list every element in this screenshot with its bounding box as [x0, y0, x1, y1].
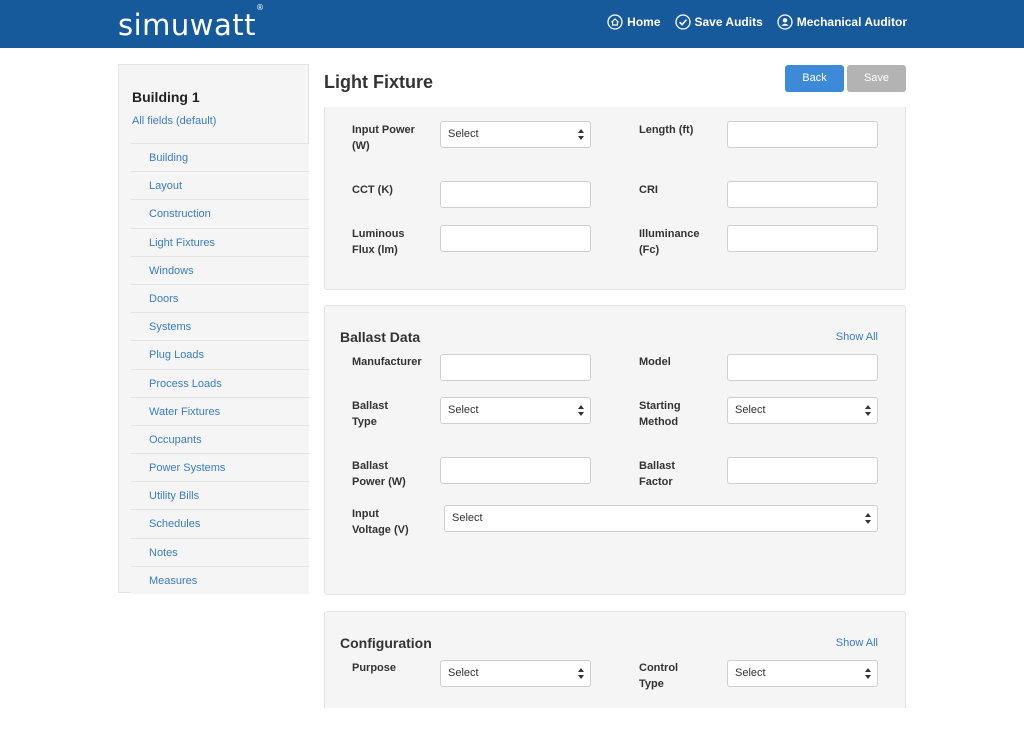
- select-arrows-icon: [865, 513, 871, 524]
- sidebar-item-doors[interactable]: Doors: [131, 283, 309, 313]
- nav-save-audits-label: Save Audits: [694, 15, 763, 29]
- nav-home[interactable]: Home: [607, 14, 661, 30]
- model-label: Model: [639, 356, 671, 368]
- input-power-label: Input Power (W): [352, 124, 415, 152]
- field-filter-link[interactable]: All fields (default): [132, 115, 216, 127]
- select-arrows-icon: [865, 405, 871, 416]
- nav-user[interactable]: Mechanical Auditor: [777, 14, 907, 30]
- cri-label: CRI: [639, 184, 658, 196]
- ballast-factor-input[interactable]: [727, 457, 878, 484]
- length-input[interactable]: [727, 121, 878, 148]
- illuminance-label: Illuminance (Fc): [639, 228, 700, 256]
- cct-label: CCT (K): [352, 184, 393, 196]
- select-value: Select: [735, 667, 766, 679]
- ballast-power-label: Ballast Power (W): [352, 460, 406, 488]
- manufacturer-label: Manufacturer: [352, 356, 422, 368]
- input-voltage-select[interactable]: Select: [444, 505, 878, 532]
- control-type-label: Control Type: [639, 662, 679, 690]
- logo-text: simuwatt: [118, 8, 257, 42]
- starting-method-label: Starting Method: [639, 400, 681, 428]
- sidebar-item-measures[interactable]: Measures: [131, 565, 309, 594]
- select-arrows-icon: [578, 129, 584, 140]
- cri-input[interactable]: [727, 181, 878, 208]
- select-value: Select: [735, 404, 766, 416]
- purpose-label: Purpose: [352, 662, 397, 674]
- header-nav: Home Save Audits Mechanical Auditor: [593, 14, 907, 30]
- ballast-type-label: Ballast Type: [352, 400, 389, 428]
- manufacturer-input[interactable]: [440, 354, 591, 381]
- select-value: Select: [448, 667, 479, 679]
- length-label: Length (ft): [639, 124, 694, 136]
- ballast-data-title: Ballast Data: [340, 329, 421, 345]
- input-voltage-label: Input Voltage (V): [352, 508, 409, 536]
- sidebar-item-schedules[interactable]: Schedules: [131, 509, 309, 538]
- check-circle-icon: [674, 14, 691, 30]
- home-icon: [607, 14, 623, 30]
- select-arrows-icon: [578, 668, 584, 679]
- logo-registered-mark: ®: [256, 3, 265, 13]
- ballast-type-select[interactable]: Select: [440, 397, 591, 424]
- luminous-flux-input[interactable]: [440, 225, 591, 252]
- back-button[interactable]: Back: [785, 65, 844, 92]
- ballast-show-all-link[interactable]: Show All: [836, 331, 878, 343]
- sidebar-item-notes[interactable]: Notes: [131, 537, 309, 566]
- nav-home-label: Home: [627, 15, 661, 29]
- sidebar-item-power-systems[interactable]: Power Systems: [131, 453, 309, 482]
- sidebar-item-utility-bills[interactable]: Utility Bills: [131, 481, 309, 510]
- sidebar-item-construction[interactable]: Construction: [131, 199, 309, 228]
- simuwatt-logo[interactable]: simuwatt®: [118, 3, 265, 42]
- configuration-show-all-link[interactable]: Show All: [836, 637, 878, 649]
- purpose-select[interactable]: Select: [440, 660, 591, 687]
- sidebar-item-occupants[interactable]: Occupants: [131, 424, 309, 454]
- illuminance-input[interactable]: [727, 225, 878, 252]
- sidebar-item-windows[interactable]: Windows: [131, 255, 309, 284]
- page-title: Light Fixture: [324, 72, 433, 92]
- luminous-flux-label: Luminous Flux (lm): [352, 228, 405, 256]
- sidebar-item-plug-loads[interactable]: Plug Loads: [131, 340, 309, 369]
- input-power-select[interactable]: Select: [440, 121, 591, 148]
- ballast-data-panel: Ballast Data Show All Manufacturer Model…: [324, 305, 906, 595]
- building-title: Building 1: [132, 89, 200, 105]
- nav-user-label: Mechanical Auditor: [796, 15, 907, 29]
- select-value: Select: [452, 512, 483, 524]
- save-button[interactable]: Save: [847, 65, 906, 92]
- top-navbar: simuwatt® Home Save Audits Mechanical Au…: [0, 0, 1024, 48]
- select-arrows-icon: [865, 668, 871, 679]
- control-type-select[interactable]: Select: [727, 660, 878, 687]
- sidebar-item-process-loads[interactable]: Process Loads: [131, 368, 309, 397]
- ballast-power-input[interactable]: [440, 457, 591, 484]
- sidebar: Building 1 All fields (default) Building…: [118, 64, 309, 594]
- ballast-factor-label: Ballast Factor: [639, 460, 676, 488]
- select-arrows-icon: [578, 405, 584, 416]
- user-icon: [777, 14, 793, 30]
- configuration-panel: Configuration Show All Purpose Select Co…: [324, 611, 906, 708]
- sidebar-item-layout[interactable]: Layout: [131, 171, 309, 200]
- nav-save-audits[interactable]: Save Audits: [674, 14, 763, 30]
- configuration-title: Configuration: [340, 635, 432, 651]
- cct-input[interactable]: [440, 181, 591, 208]
- sidebar-item-water-fixtures[interactable]: Water Fixtures: [131, 396, 309, 425]
- fixture-data-panel: Input Power (W) Select Length (ft) CCT (…: [324, 107, 906, 290]
- sidebar-nav-list: Building Layout Construction Light Fixtu…: [131, 143, 309, 594]
- sidebar-item-light-fixtures[interactable]: Light Fixtures: [131, 227, 309, 256]
- select-value: Select: [448, 404, 479, 416]
- model-input[interactable]: [727, 354, 878, 381]
- sidebar-item-systems[interactable]: Systems: [131, 312, 309, 341]
- select-value: Select: [448, 128, 479, 140]
- starting-method-select[interactable]: Select: [727, 397, 878, 424]
- sidebar-item-building[interactable]: Building: [131, 143, 309, 172]
